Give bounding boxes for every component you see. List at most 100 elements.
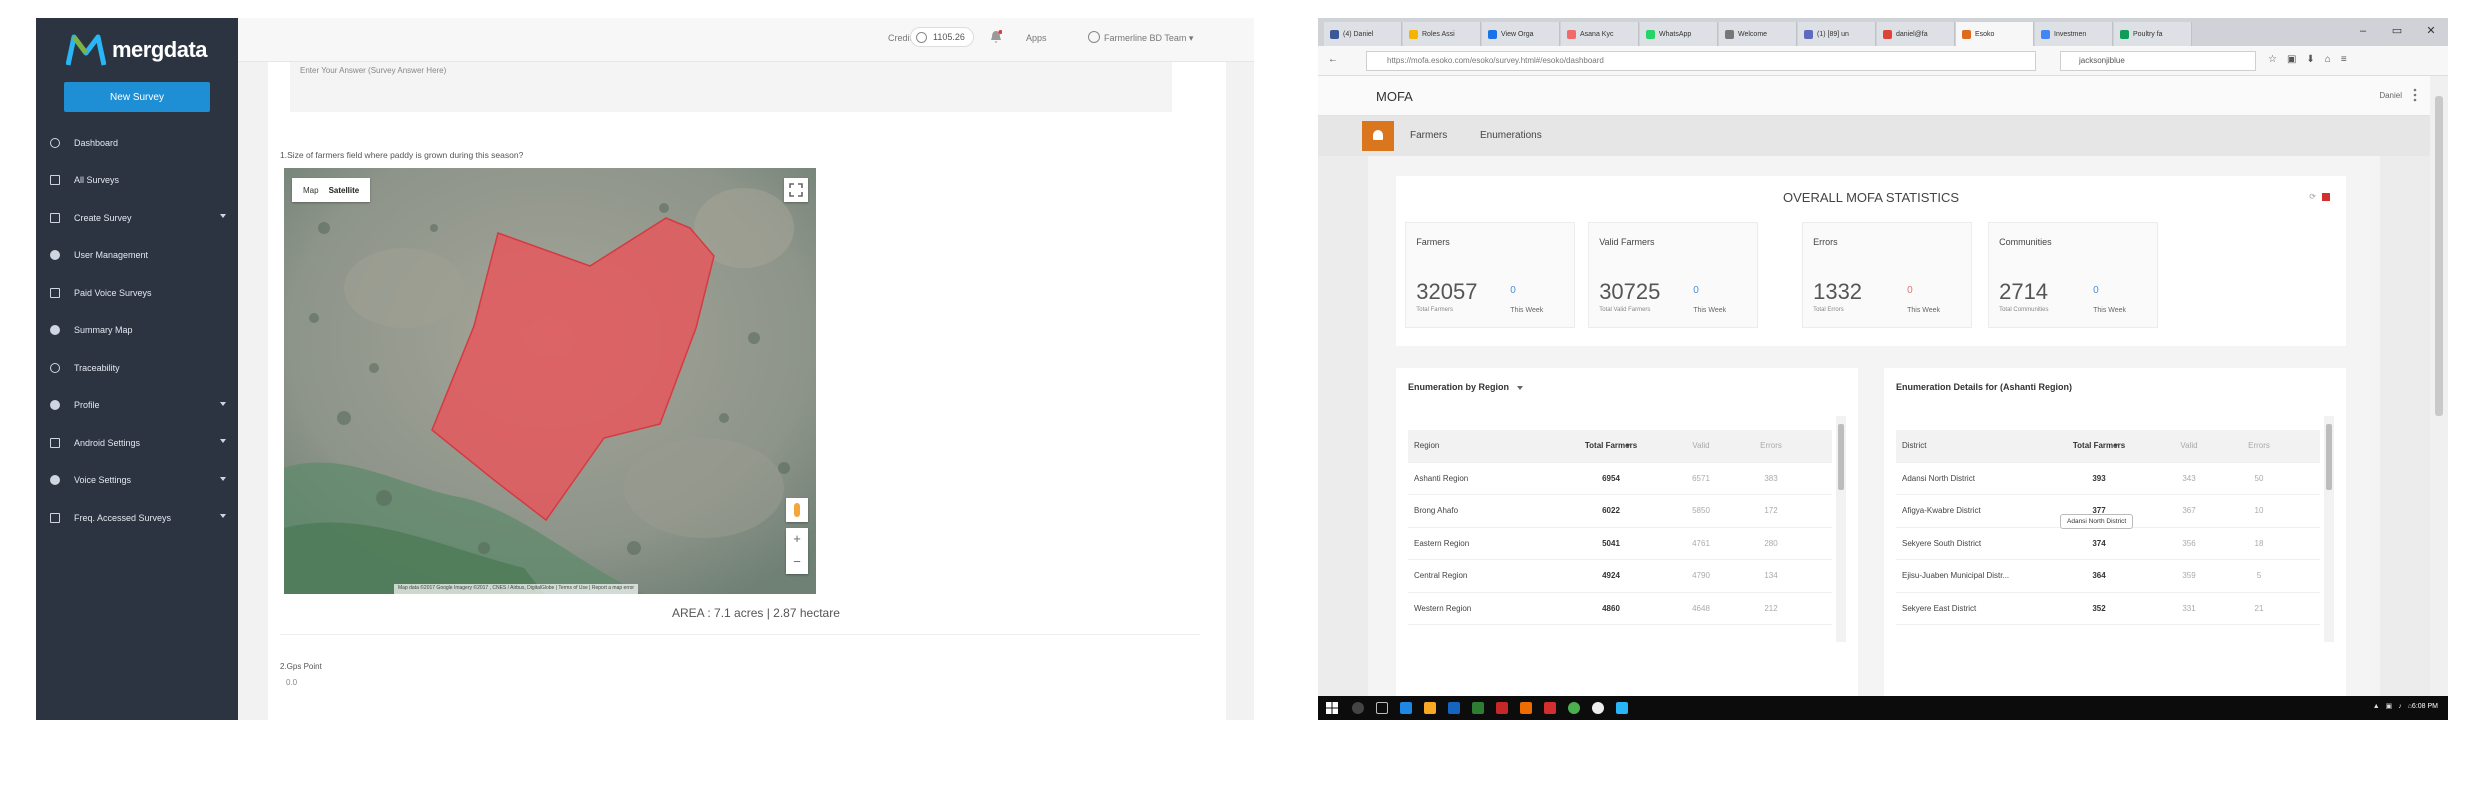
table-cell: 5850 bbox=[1692, 506, 1710, 516]
maximize-button[interactable]: ▭ bbox=[2380, 18, 2414, 46]
table-row[interactable]: Eastern Region 5041 4761 280 bbox=[1408, 528, 1832, 560]
browser-tab[interactable]: (1) [89] un bbox=[1798, 22, 1876, 46]
browser-tab[interactable]: Esoko bbox=[1956, 22, 2034, 46]
notification-bell-icon[interactable] bbox=[990, 30, 1002, 44]
divider bbox=[280, 634, 1200, 635]
chevron-down-icon bbox=[220, 214, 226, 218]
page-scrollbar[interactable] bbox=[2430, 76, 2448, 696]
region-table-title[interactable]: Enumeration by Region bbox=[1408, 382, 1524, 392]
table-row[interactable]: Ashanti Region 6954 6571 383 bbox=[1408, 463, 1832, 495]
scrollbar-thumb[interactable] bbox=[2435, 96, 2443, 416]
fullscreen-button[interactable] bbox=[784, 178, 808, 202]
sort-chevron-icon[interactable]: ▾ bbox=[2114, 441, 2154, 450]
minimize-button[interactable]: – bbox=[2346, 18, 2380, 46]
map-type-control[interactable]: Map Satellite bbox=[292, 178, 371, 202]
browser-tab[interactable]: View Orga bbox=[1482, 22, 1560, 46]
header-user-name[interactable]: Daniel bbox=[2379, 91, 2402, 100]
district-table-scrollbar[interactable] bbox=[2324, 416, 2334, 642]
table-row[interactable]: Ejisu-Juaben Municipal Distr... 364 359 5 bbox=[1896, 560, 2320, 593]
browser-toolbar-icons[interactable]: ☆▣⬇⌂≡ bbox=[2268, 54, 2357, 65]
browser-tab[interactable]: daniel@fa bbox=[1877, 22, 1955, 46]
logo[interactable]: mergdata bbox=[66, 28, 208, 72]
sidebar-item-profile[interactable]: Profile bbox=[36, 387, 238, 425]
sidebar-item-traceability[interactable]: Traceability bbox=[36, 349, 238, 387]
column-header: Valid bbox=[1692, 441, 1710, 451]
new-survey-button[interactable]: New Survey bbox=[64, 82, 210, 112]
chevron-down-icon bbox=[220, 476, 226, 481]
region-table-scrollbar[interactable] bbox=[1836, 416, 1846, 642]
tab-farmers[interactable]: Farmers bbox=[1410, 130, 1447, 141]
street-view-pegman[interactable] bbox=[786, 498, 808, 522]
app-icon-3[interactable] bbox=[1616, 702, 1628, 714]
alerts-button[interactable] bbox=[1362, 121, 1394, 151]
chrome-icon[interactable] bbox=[1568, 702, 1580, 714]
sidebar-item-user-management[interactable]: User Management bbox=[36, 237, 238, 275]
tab-favicon-icon bbox=[1646, 29, 1655, 39]
browser-tab[interactable]: Poultry fa bbox=[2114, 22, 2192, 46]
stat-value: 30725 bbox=[1599, 279, 1661, 304]
browser-tab[interactable]: Asana Kyc bbox=[1561, 22, 1639, 46]
table-row[interactable]: Adansi North District 393 343 50 bbox=[1896, 463, 2320, 495]
sidebar-item-freq-accessed-surveys[interactable]: Freq. Accessed Surveys bbox=[36, 499, 238, 537]
browser-tab[interactable]: Roles Assi bbox=[1403, 22, 1481, 46]
url-field[interactable]: https://mofa.esoko.com/esoko/survey.html… bbox=[1366, 51, 2036, 71]
close-card-icon[interactable] bbox=[2322, 192, 2330, 201]
stat-week-value: 0 bbox=[1693, 285, 1699, 296]
task-view-icon[interactable] bbox=[1376, 702, 1388, 714]
sidebar-item-dashboard[interactable]: Dashboard bbox=[36, 124, 238, 162]
app-icon[interactable] bbox=[1496, 702, 1508, 714]
sort-chevron-icon[interactable]: ▾ bbox=[1626, 441, 1666, 450]
sidebar-item-summary-map[interactable]: Summary Map bbox=[36, 312, 238, 350]
table-row[interactable]: Brong Ahafo 6022 5850 172 bbox=[1408, 495, 1832, 528]
stat-week-label: This Week bbox=[1907, 307, 1941, 314]
windows-start-icon[interactable] bbox=[1326, 702, 1338, 714]
kebab-menu-icon[interactable] bbox=[2412, 88, 2418, 102]
search-icon[interactable] bbox=[1352, 702, 1364, 714]
sidebar-item-voice-settings[interactable]: Voice Settings bbox=[36, 462, 238, 500]
excel-icon[interactable] bbox=[1472, 702, 1484, 714]
sidebar-item-android-settings[interactable]: Android Settings bbox=[36, 424, 238, 462]
pdf-icon[interactable] bbox=[1544, 702, 1556, 714]
map-type-satellite[interactable]: Satellite bbox=[324, 186, 365, 195]
sidebar-item-all-surveys[interactable]: All Surveys bbox=[36, 162, 238, 200]
zoom-in-button[interactable]: + bbox=[786, 528, 808, 551]
sidebar-item-create-survey[interactable]: Create Survey bbox=[36, 199, 238, 237]
refresh-icon[interactable]: ⟳ bbox=[2309, 192, 2316, 201]
tab-favicon-icon bbox=[1725, 29, 1734, 39]
table-cell: 4860 bbox=[1602, 603, 1620, 613]
table-cell: Sekyere East District bbox=[1902, 603, 1977, 613]
table-row[interactable]: Western Region 4860 4648 212 bbox=[1408, 593, 1832, 625]
scrollbar-thumb[interactable] bbox=[2326, 424, 2332, 490]
browser-tab[interactable]: WhatsApp bbox=[1640, 22, 1718, 46]
file-explorer-icon[interactable] bbox=[1424, 702, 1436, 714]
browser-search-field[interactable]: jacksonjiblue bbox=[2060, 51, 2256, 71]
mergdata-window: mergdata New Survey Dashboard All Surveys… bbox=[36, 18, 1254, 720]
tab-enumerations[interactable]: Enumerations bbox=[1480, 130, 1542, 141]
table-row[interactable]: Central Region 4924 4790 134 bbox=[1408, 560, 1832, 593]
close-button[interactable]: ✕ bbox=[2414, 18, 2448, 46]
scrollbar-thumb[interactable] bbox=[1838, 424, 1844, 490]
back-icon[interactable]: ← bbox=[1328, 54, 1352, 68]
zoom-out-button[interactable]: − bbox=[786, 551, 808, 574]
firefox-icon[interactable] bbox=[1520, 702, 1532, 714]
map-type-map[interactable]: Map bbox=[298, 186, 324, 195]
stat-value: 2714 bbox=[1999, 279, 2049, 304]
field-map[interactable]: Map Satellite + − Map data ©2017 Google … bbox=[284, 168, 816, 594]
sidebar-item-paid-voice-surveys[interactable]: Paid Voice Surveys bbox=[36, 274, 238, 312]
table-row[interactable]: Sekyere East District 352 331 21 bbox=[1896, 593, 2320, 625]
browser-tab[interactable]: Welcome bbox=[1719, 22, 1797, 46]
tab-favicon-icon bbox=[2041, 29, 2050, 39]
stat-label: Communities bbox=[1999, 237, 2052, 247]
table-row[interactable]: Sekyere South District 374 356 18 bbox=[1896, 528, 2320, 560]
edge-icon[interactable] bbox=[1400, 702, 1412, 714]
store-icon[interactable] bbox=[1448, 702, 1460, 714]
avatar-icon bbox=[1088, 31, 1100, 43]
apps-link[interactable]: Apps bbox=[1026, 33, 1047, 43]
user-menu[interactable]: Farmerline BD Team ▾ bbox=[1088, 31, 1193, 44]
app-icon-2[interactable] bbox=[1592, 702, 1604, 714]
column-header: Region bbox=[1414, 441, 1440, 451]
stats-card-controls[interactable]: ⟳ bbox=[2309, 192, 2330, 201]
browser-tab[interactable]: Investmen bbox=[2035, 22, 2113, 46]
browser-tab[interactable]: (4) Daniel bbox=[1324, 22, 1402, 46]
taskbar-clock[interactable]: 6:08 PM bbox=[2412, 703, 2438, 710]
